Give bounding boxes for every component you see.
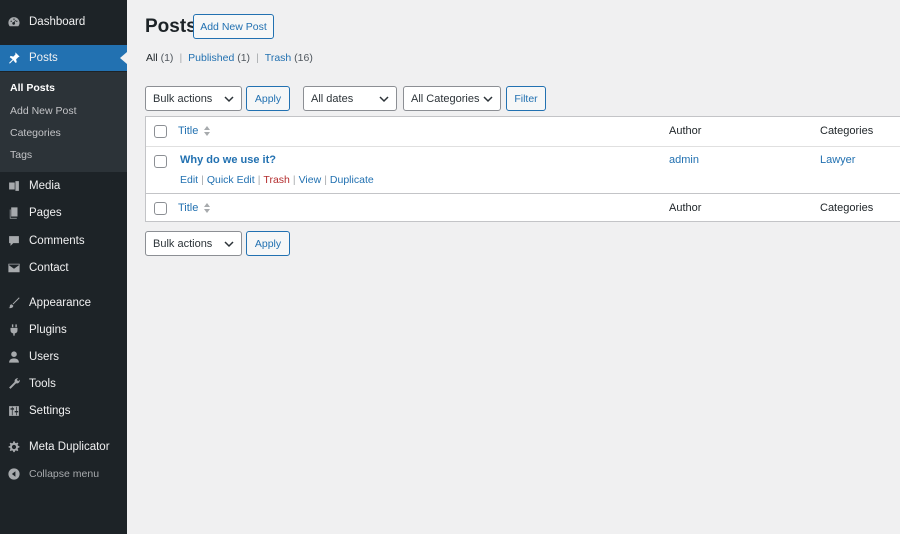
trash-link[interactable]: Trash — [263, 174, 289, 186]
category-link[interactable]: Lawyer — [820, 154, 855, 166]
comment-icon — [7, 234, 21, 248]
menu-users-label: Users — [29, 351, 60, 363]
menu-contact-label: Contact — [29, 262, 69, 274]
chevron-down-icon — [224, 96, 234, 103]
filter-button[interactable]: Filter — [506, 86, 546, 111]
footer-divider — [146, 193, 900, 194]
menu-dashboard[interactable]: Dashboard — [0, 11, 127, 33]
post-title-link[interactable]: Why do we use it? — [180, 154, 276, 166]
wrench-icon — [7, 377, 21, 391]
apply-button-top[interactable]: Apply — [246, 86, 290, 111]
settings-sliders-icon — [7, 404, 21, 418]
user-icon — [7, 350, 21, 364]
column-categories: Categories — [820, 125, 874, 137]
gear-icon — [7, 440, 21, 454]
page-title: Posts — [145, 16, 197, 37]
bulk-actions-select-bottom[interactable]: Bulk actions — [145, 231, 242, 256]
collapse-menu-button[interactable]: Collapse menu — [0, 463, 127, 485]
filter-all[interactable]: All (1) — [146, 52, 173, 64]
menu-settings[interactable]: Settings — [0, 400, 127, 422]
bulk-actions-select-top[interactable]: Bulk actions — [145, 86, 242, 111]
menu-contact[interactable]: Contact — [0, 257, 127, 279]
pushpin-icon — [7, 51, 21, 65]
category-filter-select[interactable]: All Categories — [403, 86, 501, 111]
author-link[interactable]: admin — [669, 154, 699, 166]
column-title-sort-footer[interactable]: Title — [178, 202, 198, 214]
menu-media-label: Media — [29, 180, 61, 192]
menu-posts-label: Posts — [29, 52, 58, 64]
pages-icon — [7, 206, 21, 220]
chevron-down-icon — [483, 96, 493, 103]
menu-plugins[interactable]: Plugins — [0, 319, 127, 341]
submenu-tags[interactable]: Tags — [10, 149, 32, 161]
edit-link[interactable]: Edit — [180, 174, 198, 186]
menu-plugins-label: Plugins — [29, 324, 67, 336]
submenu-all-posts[interactable]: All Posts — [10, 82, 55, 94]
row-checkbox[interactable] — [154, 155, 167, 168]
submenu-add-new-post[interactable]: Add New Post — [10, 105, 77, 117]
sort-arrows-icon[interactable] — [203, 125, 211, 137]
menu-appearance-label: Appearance — [29, 297, 92, 309]
menu-tools[interactable]: Tools — [0, 373, 127, 395]
menu-pages-label: Pages — [29, 207, 62, 219]
header-divider — [146, 146, 900, 147]
select-all-checkbox-top[interactable] — [154, 125, 167, 138]
apply-button-bottom[interactable]: Apply — [246, 231, 290, 256]
menu-meta-duplicator-label: Meta Duplicator — [29, 441, 110, 453]
quick-edit-link[interactable]: Quick Edit — [207, 174, 255, 186]
sort-arrows-icon[interactable] — [203, 202, 211, 214]
menu-appearance[interactable]: Appearance — [0, 292, 127, 314]
submenu-categories[interactable]: Categories — [10, 127, 61, 139]
filter-published[interactable]: Published (1) — [188, 52, 250, 64]
view-link[interactable]: View — [299, 174, 322, 186]
column-author-footer: Author — [669, 202, 702, 214]
menu-comments-label: Comments — [29, 235, 85, 247]
paintbrush-icon — [7, 296, 21, 310]
column-categories-footer: Categories — [820, 202, 874, 214]
menu-dashboard-label: Dashboard — [29, 16, 86, 28]
row-actions: Edit | Quick Edit | Trash | View | Duplicate — [180, 174, 374, 186]
menu-meta-duplicator[interactable]: Meta Duplicator — [0, 436, 127, 458]
admin-sidebar: Dashboard Posts All Posts Add New Post C… — [0, 0, 127, 534]
status-filter-links: All (1) | Published (1) | Trash (16) — [146, 52, 313, 64]
column-author: Author — [669, 125, 702, 137]
add-new-post-button[interactable]: Add New Post — [193, 14, 274, 39]
media-icon — [7, 179, 21, 193]
envelope-icon — [7, 261, 21, 275]
menu-tools-label: Tools — [29, 378, 56, 390]
date-filter-select[interactable]: All dates — [303, 86, 397, 111]
menu-pages[interactable]: Pages — [0, 202, 127, 224]
plugin-icon — [7, 323, 21, 337]
duplicate-link[interactable]: Duplicate — [330, 174, 374, 186]
collapse-arrow-icon — [7, 467, 21, 481]
menu-comments[interactable]: Comments — [0, 230, 127, 252]
collapse-menu-label: Collapse menu — [29, 468, 100, 480]
column-title-sort[interactable]: Title — [178, 125, 198, 137]
menu-users[interactable]: Users — [0, 346, 127, 368]
chevron-down-icon — [379, 96, 389, 103]
posts-submenu: All Posts Add New Post Categories Tags — [0, 72, 127, 172]
posts-table: Title Author Categories Why do we use it… — [145, 116, 900, 222]
chevron-down-icon — [224, 241, 234, 248]
filter-trash[interactable]: Trash (16) — [265, 52, 313, 64]
select-all-checkbox-bottom[interactable] — [154, 202, 167, 215]
menu-settings-label: Settings — [29, 405, 71, 417]
menu-posts[interactable]: Posts — [0, 45, 127, 71]
dashboard-icon — [7, 15, 21, 29]
menu-media[interactable]: Media — [0, 175, 127, 197]
